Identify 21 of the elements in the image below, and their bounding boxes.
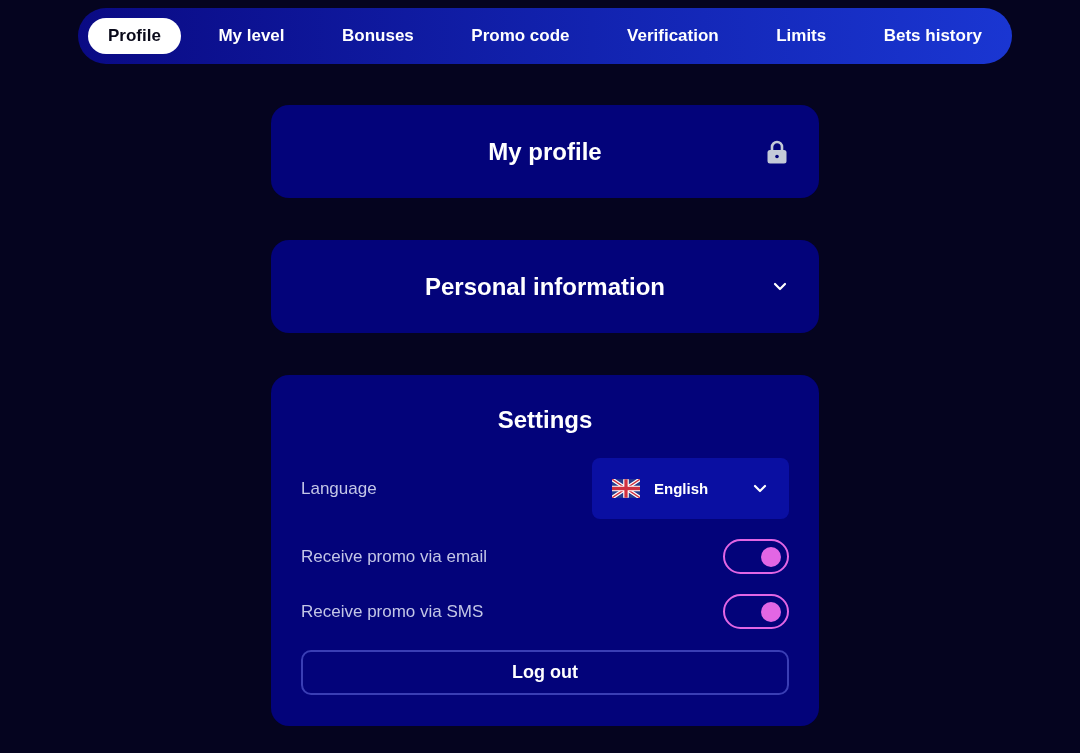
- logout-button[interactable]: Log out: [301, 650, 789, 695]
- toggle-switch[interactable]: [723, 594, 789, 629]
- tab[interactable]: Promo code: [451, 18, 590, 54]
- chevron-down-icon: [753, 483, 767, 494]
- section-title: My profile: [487, 136, 603, 167]
- tab[interactable]: Bonuses: [322, 18, 434, 54]
- tab[interactable]: Bets history: [863, 18, 1002, 54]
- toggle-switch[interactable]: [723, 539, 789, 574]
- section-title: Personal information: [423, 271, 666, 302]
- language-dropdown[interactable]: English: [592, 458, 789, 519]
- tab[interactable]: Verification: [607, 18, 739, 54]
- setting-label: Receive promo via email: [301, 546, 488, 567]
- settings-title: Settings: [496, 405, 594, 435]
- tab[interactable]: Limits: [756, 18, 847, 54]
- setting-label: Receive promo via SMS: [301, 601, 484, 622]
- section-card[interactable]: Personal information: [271, 240, 819, 333]
- lock-icon: [767, 139, 787, 164]
- tab[interactable]: My level: [198, 18, 305, 54]
- flag-icon: [612, 479, 640, 498]
- tab[interactable]: Profile: [88, 18, 181, 54]
- language-label: Language: [301, 478, 377, 499]
